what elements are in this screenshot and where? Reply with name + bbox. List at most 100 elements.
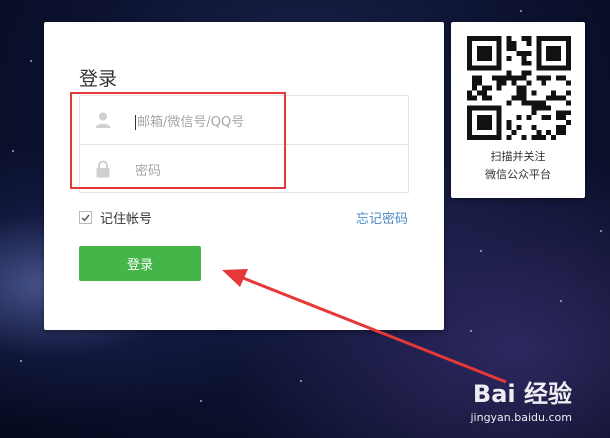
qr-module — [566, 45, 571, 51]
watermark-logo: Bai 经验 — [472, 380, 572, 408]
qr-module — [491, 75, 497, 81]
qr-module — [506, 75, 512, 81]
qr-module — [546, 95, 552, 101]
qr-module — [467, 135, 472, 140]
watermark-url: jingyan.baidu.com — [470, 411, 572, 424]
qr-module — [526, 50, 532, 56]
qr-module — [546, 65, 552, 71]
qr-module — [566, 65, 571, 71]
qr-module — [546, 50, 552, 56]
qr-module — [521, 85, 527, 91]
qr-module — [496, 110, 502, 116]
qr-module — [566, 90, 571, 96]
qr-module — [501, 75, 507, 81]
qr-module — [566, 40, 571, 46]
qr-module — [496, 120, 502, 126]
qr-module — [531, 90, 537, 96]
qr-module — [556, 50, 562, 56]
qr-module — [481, 120, 487, 126]
qr-module — [556, 110, 562, 116]
qr-module — [476, 55, 482, 61]
qr-module — [467, 130, 472, 136]
qr-module — [506, 135, 512, 140]
qr-module — [467, 55, 472, 61]
remember-account[interactable]: 记住帐号 — [79, 208, 152, 227]
qr-module — [521, 100, 527, 106]
qr-module — [467, 60, 472, 66]
qr-module — [531, 105, 537, 111]
qr-module — [526, 115, 532, 121]
qr-module — [481, 115, 487, 121]
qr-module — [546, 105, 552, 111]
qr-module — [541, 135, 547, 140]
qr-module — [551, 135, 557, 140]
qr-module — [551, 36, 557, 41]
qr-module — [496, 125, 502, 131]
qr-module — [521, 90, 527, 96]
qr-module — [496, 135, 502, 140]
qr-module — [467, 125, 472, 131]
qr-module — [516, 95, 522, 101]
qr-module — [536, 135, 542, 140]
qr-module — [491, 105, 497, 111]
qr-module — [476, 45, 482, 51]
qr-module — [536, 60, 542, 66]
qr-module — [531, 135, 537, 140]
qr-module — [556, 36, 562, 41]
qr-module — [491, 65, 497, 71]
forgot-password-link[interactable]: 忘记密码 — [356, 208, 408, 227]
qr-module — [511, 95, 517, 101]
qr-module — [526, 80, 532, 86]
qr-module — [546, 55, 552, 61]
qr-module — [536, 130, 542, 136]
qr-module — [467, 90, 472, 96]
qr-module — [541, 115, 547, 121]
qr-module — [526, 70, 532, 76]
qr-module — [536, 65, 542, 71]
qr-module — [536, 105, 542, 111]
qr-module — [526, 60, 532, 66]
qr-module — [536, 75, 542, 81]
qr-module — [566, 55, 571, 61]
qr-module — [551, 65, 557, 71]
qr-module — [551, 45, 557, 51]
qr-module — [486, 95, 492, 101]
qr-module — [521, 50, 527, 56]
qr-module — [496, 115, 502, 121]
qr-module — [561, 75, 567, 81]
qr-module — [531, 125, 537, 131]
qr-module — [496, 60, 502, 66]
qr-module — [467, 120, 472, 126]
qr-module — [541, 80, 547, 86]
remember-checkbox[interactable] — [79, 211, 92, 224]
qr-module — [566, 110, 571, 116]
qr-module — [471, 95, 477, 101]
qr-module — [486, 50, 492, 56]
qr-module — [556, 45, 562, 51]
qr-module — [481, 36, 487, 41]
qr-module — [506, 55, 512, 61]
qr-module — [471, 75, 477, 81]
qr-module — [476, 50, 482, 56]
qr-module — [561, 130, 567, 136]
qr-module — [467, 36, 472, 41]
qr-module — [476, 75, 482, 81]
qr-module — [467, 115, 472, 121]
qr-module — [467, 45, 472, 51]
qr-module — [521, 60, 527, 66]
qr-module — [561, 95, 567, 101]
qr-module — [566, 36, 571, 41]
qr-module — [486, 45, 492, 51]
qr-module — [516, 115, 522, 121]
qr-module — [476, 80, 482, 86]
qr-module — [561, 65, 567, 71]
qr-module — [541, 36, 547, 41]
qr-module — [496, 80, 502, 86]
qr-module — [556, 115, 562, 121]
login-panel: 登录 邮箱/微信号/QQ号 密码 记住帐号 忘记密码 登录 — [44, 22, 444, 330]
login-button[interactable]: 登录 — [79, 246, 201, 281]
qr-module — [531, 110, 537, 116]
qr-module — [486, 55, 492, 61]
qr-module — [467, 105, 472, 111]
baidu-jingyan-watermark: Bai 经验 jingyan.baidu.com — [470, 374, 572, 424]
